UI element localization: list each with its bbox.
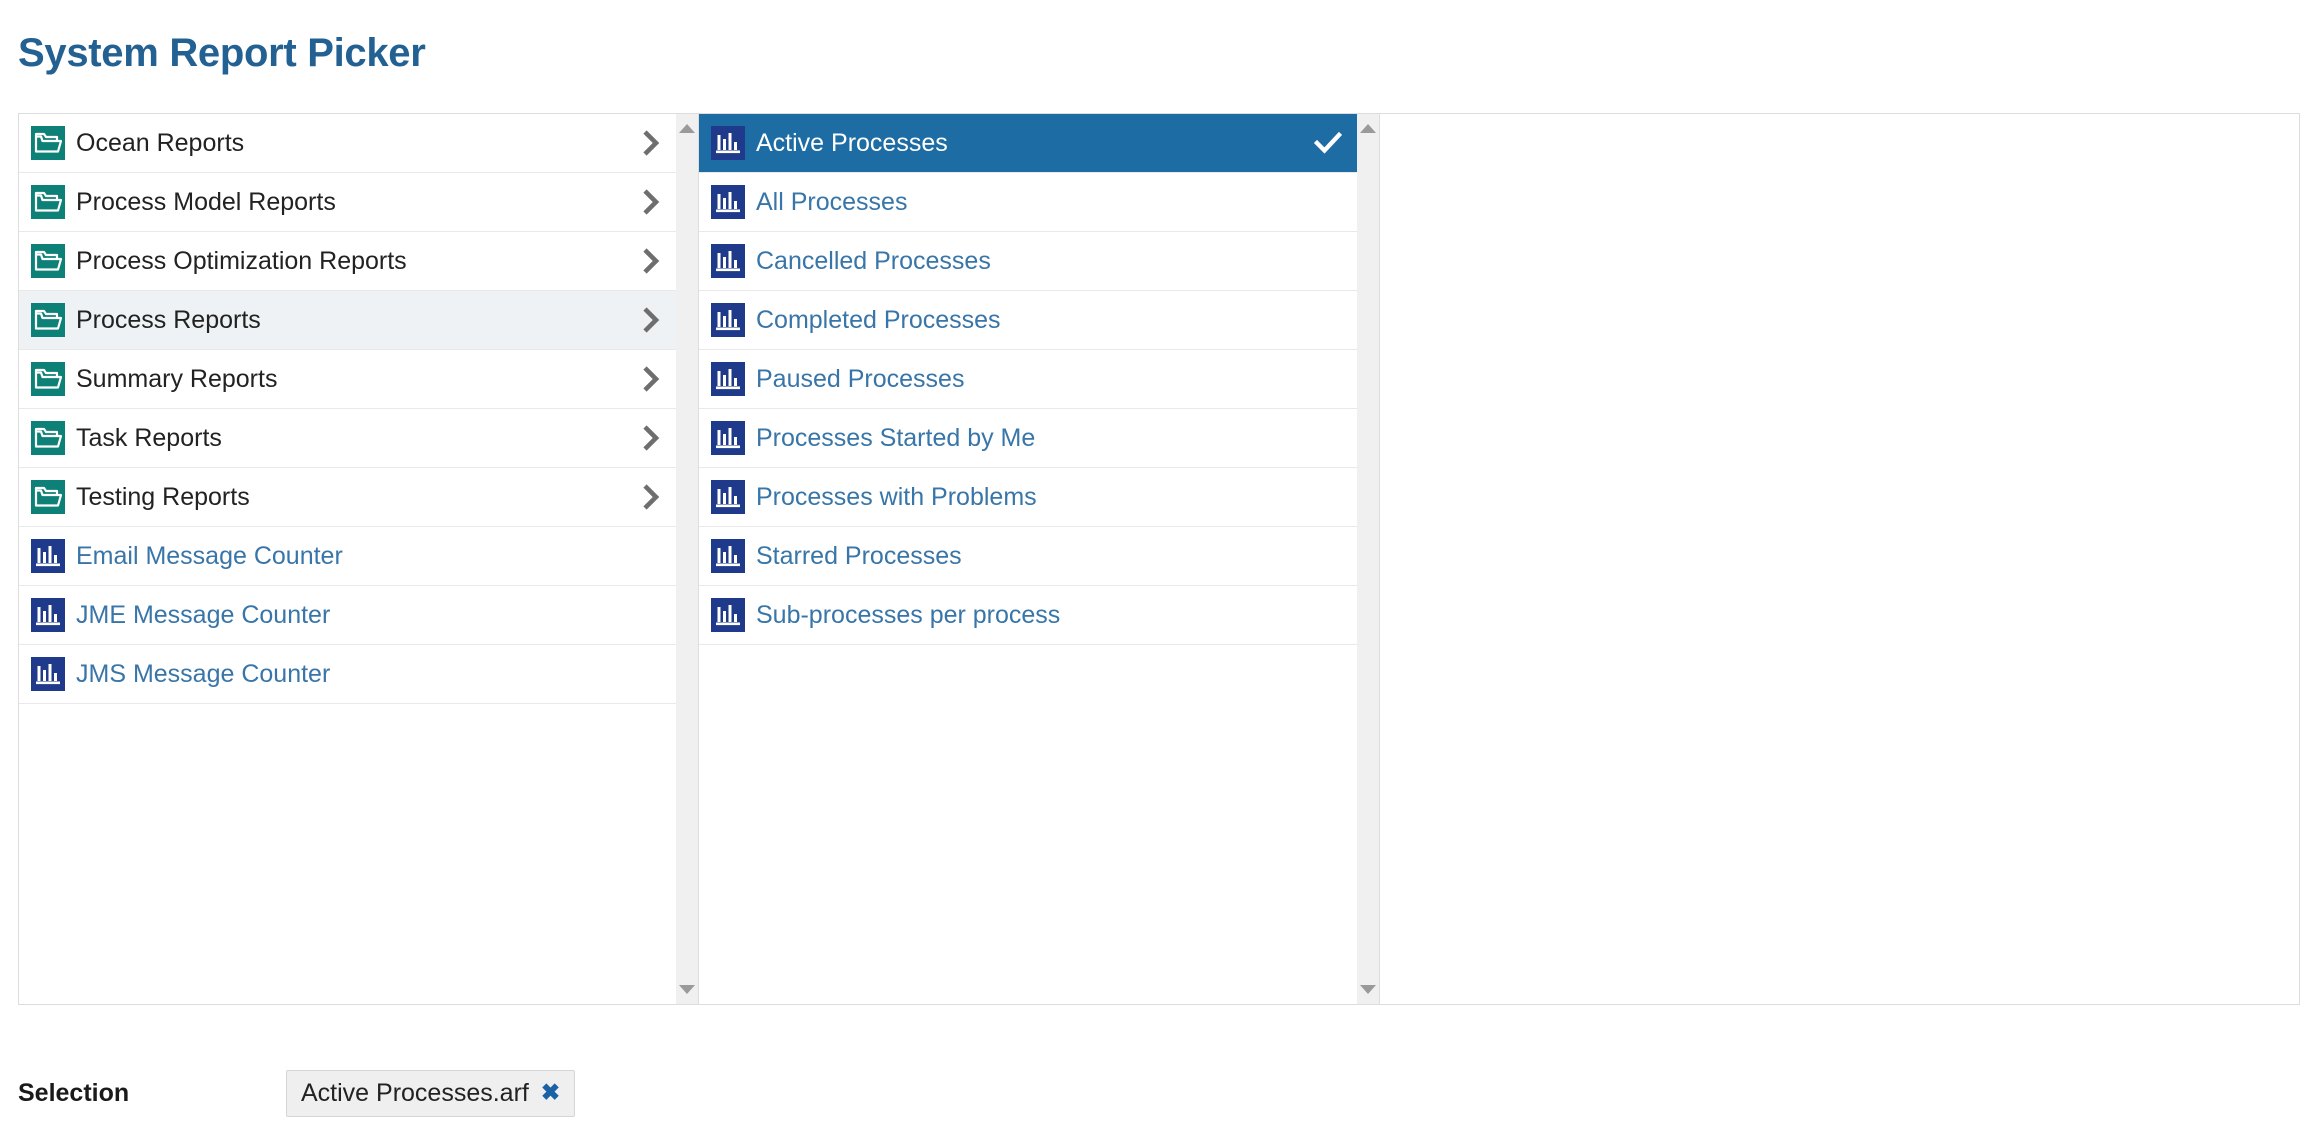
report-icon [31,539,65,573]
list-item[interactable]: Email Message Counter [19,527,676,586]
list-item[interactable]: Processes with Problems [699,468,1357,527]
list-item[interactable]: Processes Started by Me [699,409,1357,468]
third-column [1379,113,2300,1005]
selection-chip-label: Active Processes.arf [301,1078,529,1107]
list-item[interactable]: Process Optimization Reports [19,232,676,291]
list-item[interactable]: Starred Processes [699,527,1357,586]
list-item-label: Process Model Reports [76,188,336,216]
list-item-label: Ocean Reports [76,129,245,157]
triangle-up-icon[interactable] [1360,124,1376,133]
first-column: Ocean Reports Process Model Reports Proces… [18,113,676,1005]
list-item-label: Summary Reports [76,365,278,393]
report-picker: Ocean Reports Process Model Reports Proces… [18,113,2300,1005]
folder-icon [31,480,65,514]
first-column-wrapper: Ocean Reports Process Model Reports Proces… [18,113,698,1005]
list-item-label: All Processes [756,188,908,216]
report-icon [711,539,745,573]
list-item[interactable]: Summary Reports [19,350,676,409]
report-icon [711,362,745,396]
list-item-label: Sub-processes per process [756,601,1061,629]
close-x-icon[interactable]: ✖ [541,1081,560,1104]
report-icon [711,126,745,160]
list-item-label: Testing Reports [76,483,250,511]
list-item[interactable]: Active Processes [699,114,1357,173]
report-icon [31,657,65,691]
list-item[interactable]: Ocean Reports [19,114,676,173]
list-item[interactable]: Paused Processes [699,350,1357,409]
folder-icon [31,244,65,278]
chevron-right-icon[interactable] [640,305,662,335]
list-item-label: Starred Processes [756,542,962,570]
chevron-right-icon[interactable] [640,482,662,512]
report-icon [711,185,745,219]
triangle-down-icon[interactable] [1360,985,1376,994]
list-item[interactable]: All Processes [699,173,1357,232]
chevron-right-icon[interactable] [640,246,662,276]
page-title: System Report Picker [18,30,426,75]
chevron-right-icon[interactable] [640,128,662,158]
triangle-down-icon[interactable] [679,985,695,994]
report-icon [711,303,745,337]
folder-icon [31,185,65,219]
list-item[interactable]: Completed Processes [699,291,1357,350]
folder-icon [31,303,65,337]
list-item-label: Cancelled Processes [756,247,991,275]
list-item-label: Paused Processes [756,365,965,393]
chevron-right-icon[interactable] [640,364,662,394]
list-item-label: Process Optimization Reports [76,247,407,275]
report-icon [711,598,745,632]
list-item-label: Email Message Counter [76,542,343,570]
report-icon [711,244,745,278]
list-item[interactable]: Task Reports [19,409,676,468]
list-item-label: Active Processes [756,129,948,157]
selection-bar: Selection Active Processes.arf ✖ [18,1068,2296,1118]
selection-chip: Active Processes.arf ✖ [286,1069,576,1117]
list-item-label: JME Message Counter [76,601,331,629]
third-column-wrapper [1379,113,2300,1005]
list-item[interactable]: Sub-processes per process [699,586,1357,645]
chevron-right-icon[interactable] [640,187,662,217]
folder-icon [31,362,65,396]
list-item-label: Completed Processes [756,306,1001,334]
first-column-scrollbar[interactable] [676,113,698,1005]
report-icon [31,598,65,632]
list-item[interactable]: Process Reports [19,291,676,350]
second-column: Active Processes All Processes Cancelled P… [698,113,1357,1005]
second-column-wrapper: Active Processes All Processes Cancelled P… [698,113,1379,1005]
report-icon [711,480,745,514]
list-item[interactable]: Process Model Reports [19,173,676,232]
report-icon [711,421,745,455]
list-item[interactable]: Cancelled Processes [699,232,1357,291]
list-item-label: Processes Started by Me [756,424,1036,452]
list-item-label: Task Reports [76,424,222,452]
second-column-scrollbar[interactable] [1357,113,1379,1005]
triangle-up-icon[interactable] [679,124,695,133]
folder-icon [31,421,65,455]
check-icon [1313,128,1343,158]
list-item-label: JMS Message Counter [76,660,331,688]
list-item-label: Processes with Problems [756,483,1037,511]
folder-icon [31,126,65,160]
list-item-label: Process Reports [76,306,261,334]
selection-chips: Active Processes.arf ✖ [286,1069,576,1117]
chevron-right-icon[interactable] [640,423,662,453]
selection-label: Selection [18,1078,130,1107]
list-item[interactable]: JMS Message Counter [19,645,676,704]
list-item[interactable]: Testing Reports [19,468,676,527]
list-item[interactable]: JME Message Counter [19,586,676,645]
